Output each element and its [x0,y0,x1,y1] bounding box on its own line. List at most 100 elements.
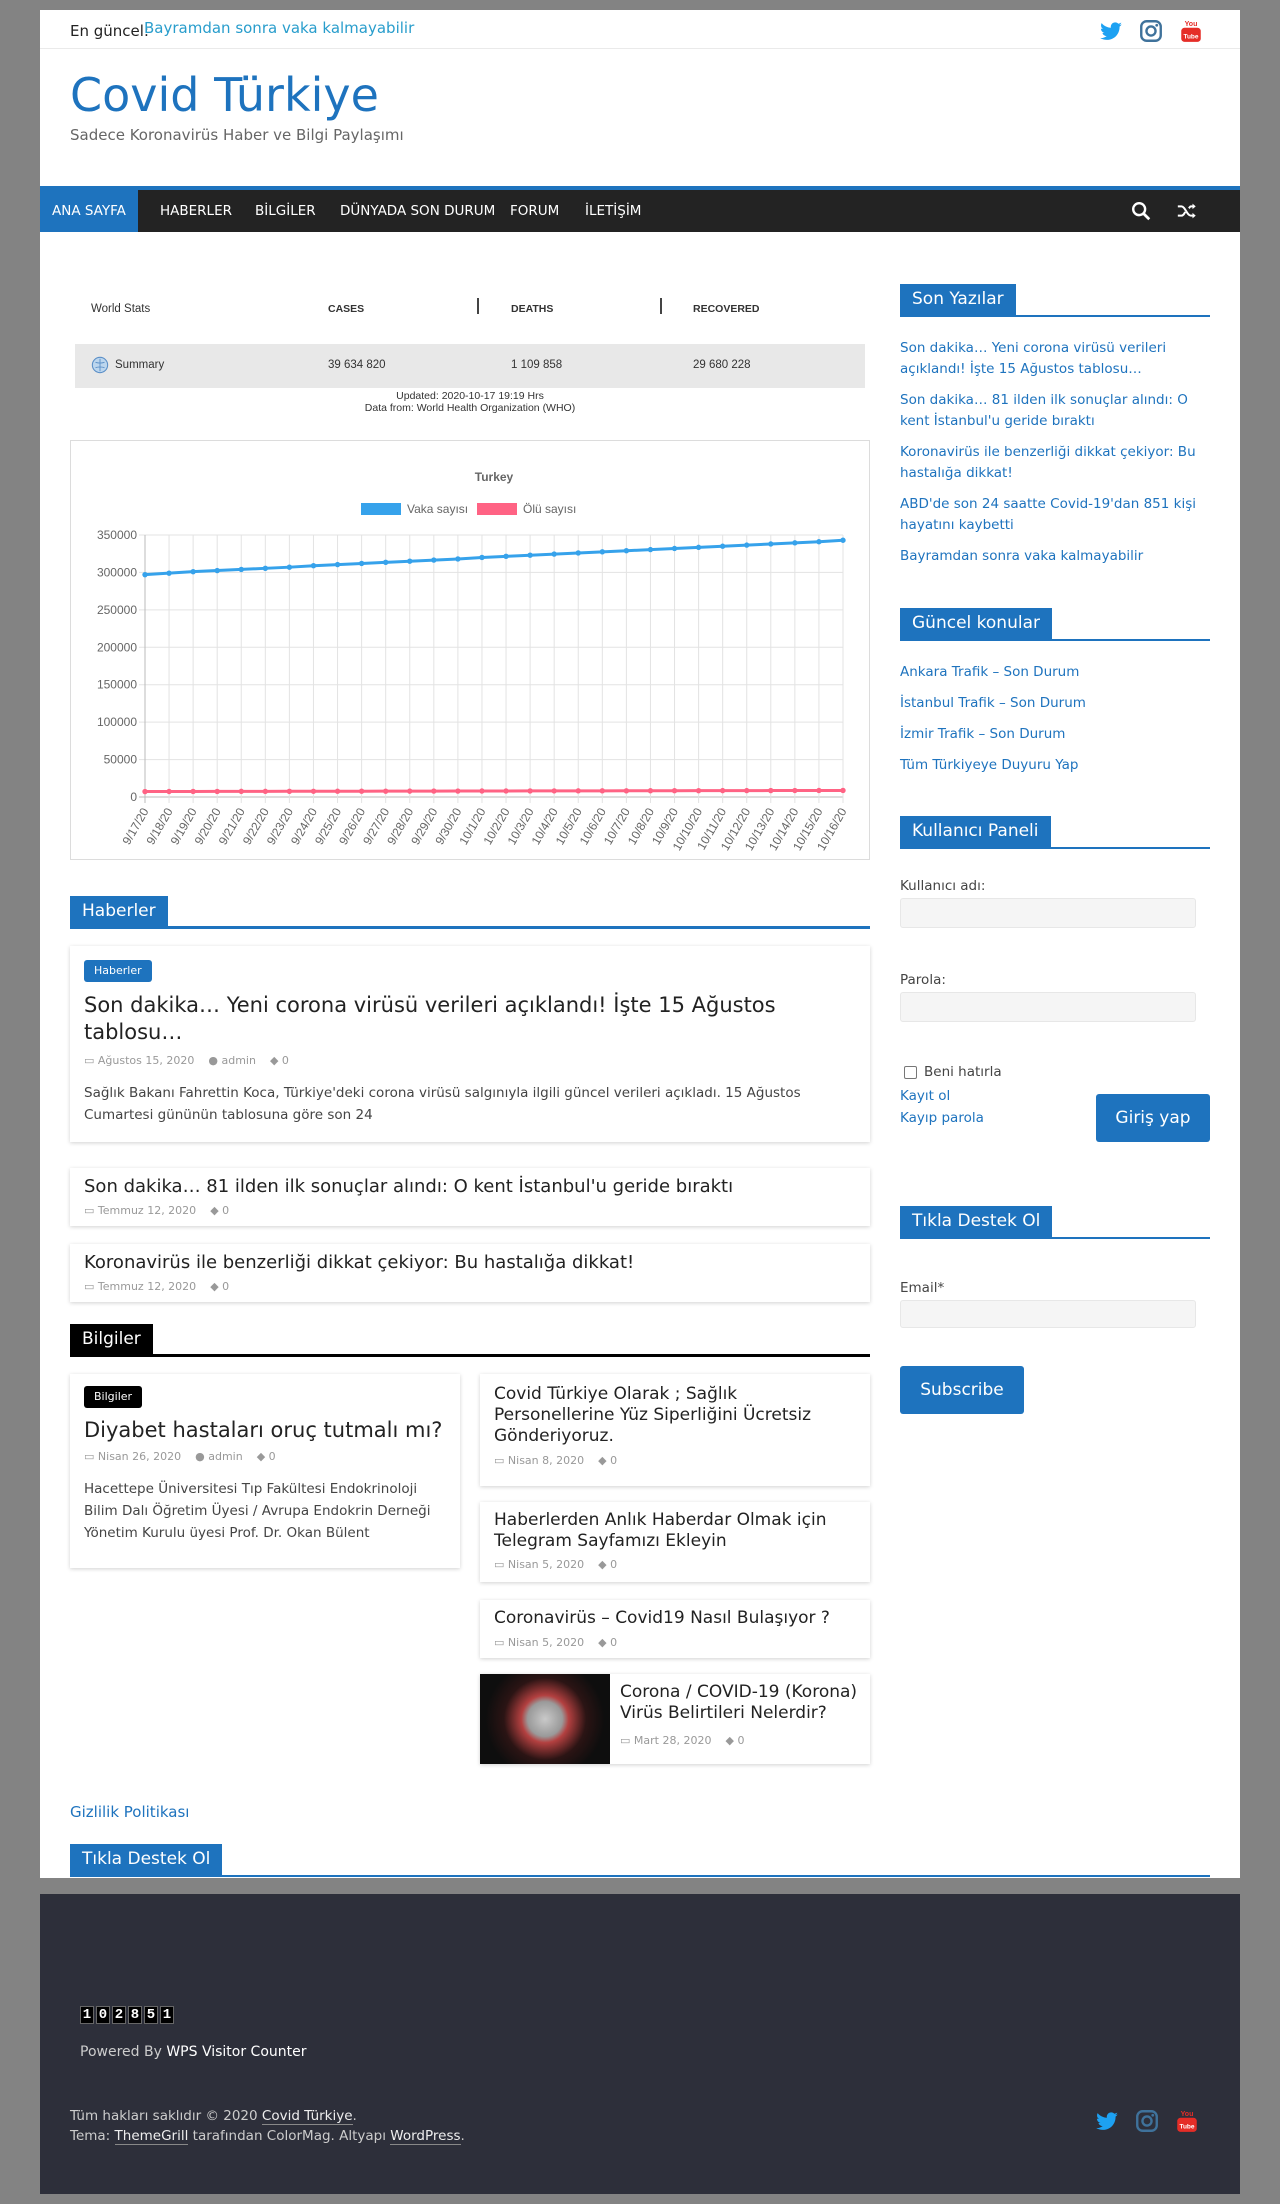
series-line [144,538,844,577]
random-post-icon[interactable] [1176,200,1198,227]
widget-title: Tıkla Destek Ol [900,1206,1053,1237]
post-title[interactable]: Diyabet hastaları oruç tutmalı mı? [84,1418,454,1442]
site-title[interactable]: Covid Türkiye [70,68,379,122]
post-comments[interactable]: 0 [610,1454,617,1467]
remember-checkbox[interactable] [904,1066,917,1079]
post-author[interactable]: admin [221,1054,255,1067]
privacy-link[interactable]: Gizlilik Politikası [70,1802,189,1823]
nav-item-haberler[interactable]: HABERLER [148,190,244,232]
topic-link[interactable]: İstanbul Trafik – Son Durum [900,693,1210,714]
password-input[interactable] [900,992,1196,1022]
data-point [671,545,678,552]
section-haberler-title[interactable]: Haberler [70,896,168,926]
post-date[interactable]: Temmuz 12, 2020 [98,1280,196,1293]
section-bilgiler-title[interactable]: Bilgiler [70,1324,153,1354]
post-comments[interactable]: 0 [222,1280,229,1293]
post-card: Son dakika… 81 ilden ilk sonuçlar alındı… [70,1168,870,1226]
data-point [695,544,702,551]
post-comments[interactable]: 0 [610,1636,617,1649]
post-title[interactable]: Haberlerden Anlık Haberdar Olmak için Te… [494,1510,844,1552]
subscribe-button[interactable]: Subscribe [900,1366,1024,1414]
post-title[interactable]: Koronavirüs ile benzerliği dikkat çekiyo… [84,1252,634,1273]
post-date[interactable]: Mart 28, 2020 [634,1734,712,1747]
search-icon[interactable] [1130,200,1152,227]
post-comments[interactable]: 0 [737,1734,744,1747]
virus-thumbnail[interactable] [480,1674,610,1764]
post-author[interactable]: admin [208,1450,242,1463]
comment-icon: ◆ [598,1636,607,1649]
post-title[interactable]: Covid Türkiye Olarak ; Sağlık Personelle… [494,1384,844,1447]
data-point [166,788,172,795]
data-point [455,556,461,562]
svg-text:Tube: Tube [1179,2124,1194,2131]
recent-post-link[interactable]: ABD'de son 24 saatte Covid-19'dan 851 ki… [900,494,1210,536]
topic-link[interactable]: Tüm Türkiyeye Duyuru Yap [900,755,1210,776]
widget-title: Tıkla Destek Ol [70,1844,223,1875]
latest-link[interactable]: Bayramdan sonra vaka kalmayabilir [144,19,414,37]
instagram-icon[interactable] [1134,2108,1160,2134]
nav-item-bilgiler[interactable]: BİLGİLER [243,190,328,232]
counter-digit: 5 [144,2006,158,2024]
stats-summary-row: Summary 39 634 820 1 109 858 29 680 228 [75,344,865,388]
data-point [647,788,654,794]
twitter-icon[interactable] [1098,18,1124,44]
recent-post-link[interactable]: Koronavirüs ile benzerliği dikkat çekiyo… [900,442,1210,484]
copyright-link[interactable]: Covid Türkiye [261,2108,353,2125]
login-button[interactable]: Giriş yap [1096,1094,1210,1142]
post-meta: ▭ Nisan 5, 2020 ◆ 0 [494,1558,617,1571]
post-date[interactable]: Nisan 26, 2020 [98,1450,181,1463]
post-comments[interactable]: 0 [282,1054,289,1067]
post-meta: ▭ Ağustos 15, 2020 ● admin ◆ 0 [84,1054,289,1067]
counter-digit: 2 [112,2006,126,2024]
powered-by-link[interactable]: WPS Visitor Counter [166,2044,306,2060]
post-title[interactable]: Coronavirüs – Covid19 Nasıl Bulaşıyor ? [494,1608,844,1628]
recent-post-link[interactable]: Bayramdan sonra vaka kalmayabilir [900,546,1210,567]
recent-post-link[interactable]: Son dakika… 81 ilden ilk sonuçlar alındı… [900,390,1210,432]
stats-deaths-value: 1 109 858 [511,359,563,371]
email-input[interactable] [900,1300,1196,1328]
instagram-icon[interactable] [1138,18,1164,44]
site-footer: 102851 Powered By WPS Visitor Counter Tü… [40,1894,1240,2194]
post-date[interactable]: Nisan 8, 2020 [508,1454,584,1467]
category-pill[interactable]: Bilgiler [84,1386,143,1408]
youtube-icon[interactable]: Tube You [1178,18,1204,44]
featured-post-bilgiler: Bilgiler Diyabet hastaları oruç tutmalı … [70,1374,460,1568]
nav-item-world[interactable]: DÜNYADA SON DURUM [328,190,507,232]
comment-icon: ◆ [598,1558,607,1571]
theme-link[interactable]: ThemeGrill [114,2128,189,2145]
post-meta: ▭ Temmuz 12, 2020 ◆ 0 [84,1204,229,1217]
post-excerpt: Sağlık Bakanı Fahrettin Koca, Türkiye'de… [84,1085,801,1123]
wordpress-link[interactable]: WordPress [390,2128,461,2145]
data-point [527,788,533,794]
post-comments[interactable]: 0 [269,1450,276,1463]
youtube-icon[interactable]: Tube You [1174,2108,1200,2134]
post-comments[interactable]: 0 [610,1558,617,1571]
calendar-icon: ▭ [84,1280,95,1293]
data-point [334,788,341,794]
post-title[interactable]: Son dakika… 81 ilden ilk sonuçlar alındı… [84,1176,733,1197]
nav-item-forum[interactable]: FORUM [498,190,571,232]
post-date[interactable]: Temmuz 12, 2020 [98,1204,196,1217]
post-date[interactable]: Nisan 5, 2020 [508,1636,584,1649]
post-comments[interactable]: 0 [222,1204,229,1217]
post-title[interactable]: Son dakika… Yeni corona virüsü verileri … [84,992,804,1046]
username-input[interactable] [900,898,1196,928]
post-date[interactable]: Ağustos 15, 2020 [98,1054,194,1067]
post-title[interactable]: Corona / COVID-19 (Korona) Virüs Belirti… [620,1682,860,1724]
topic-link[interactable]: İzmir Trafik – Son Durum [900,724,1210,745]
y-tick-label: 300000 [97,565,137,579]
data-point [455,788,461,794]
category-pill[interactable]: Haberler [84,960,152,982]
calendar-icon: ▭ [620,1734,631,1747]
visitor-counter: 102851 [80,2006,174,2024]
post-card: Covid Türkiye Olarak ; Sağlık Personelle… [480,1374,870,1486]
post-date[interactable]: Nisan 5, 2020 [508,1558,584,1571]
twitter-icon[interactable] [1094,2108,1120,2134]
topic-link[interactable]: Ankara Trafik – Son Durum [900,662,1210,683]
nav-item-home[interactable]: ANA SAYFA [40,190,138,232]
nav-item-contact[interactable]: İLETİŞİM [573,190,653,232]
data-point [431,557,437,563]
recent-post-link[interactable]: Son dakika… Yeni corona virüsü verileri … [900,338,1210,380]
post-meta: ▭ Temmuz 12, 2020 ◆ 0 [84,1280,229,1293]
widget-title: Son Yazılar [900,284,1016,315]
